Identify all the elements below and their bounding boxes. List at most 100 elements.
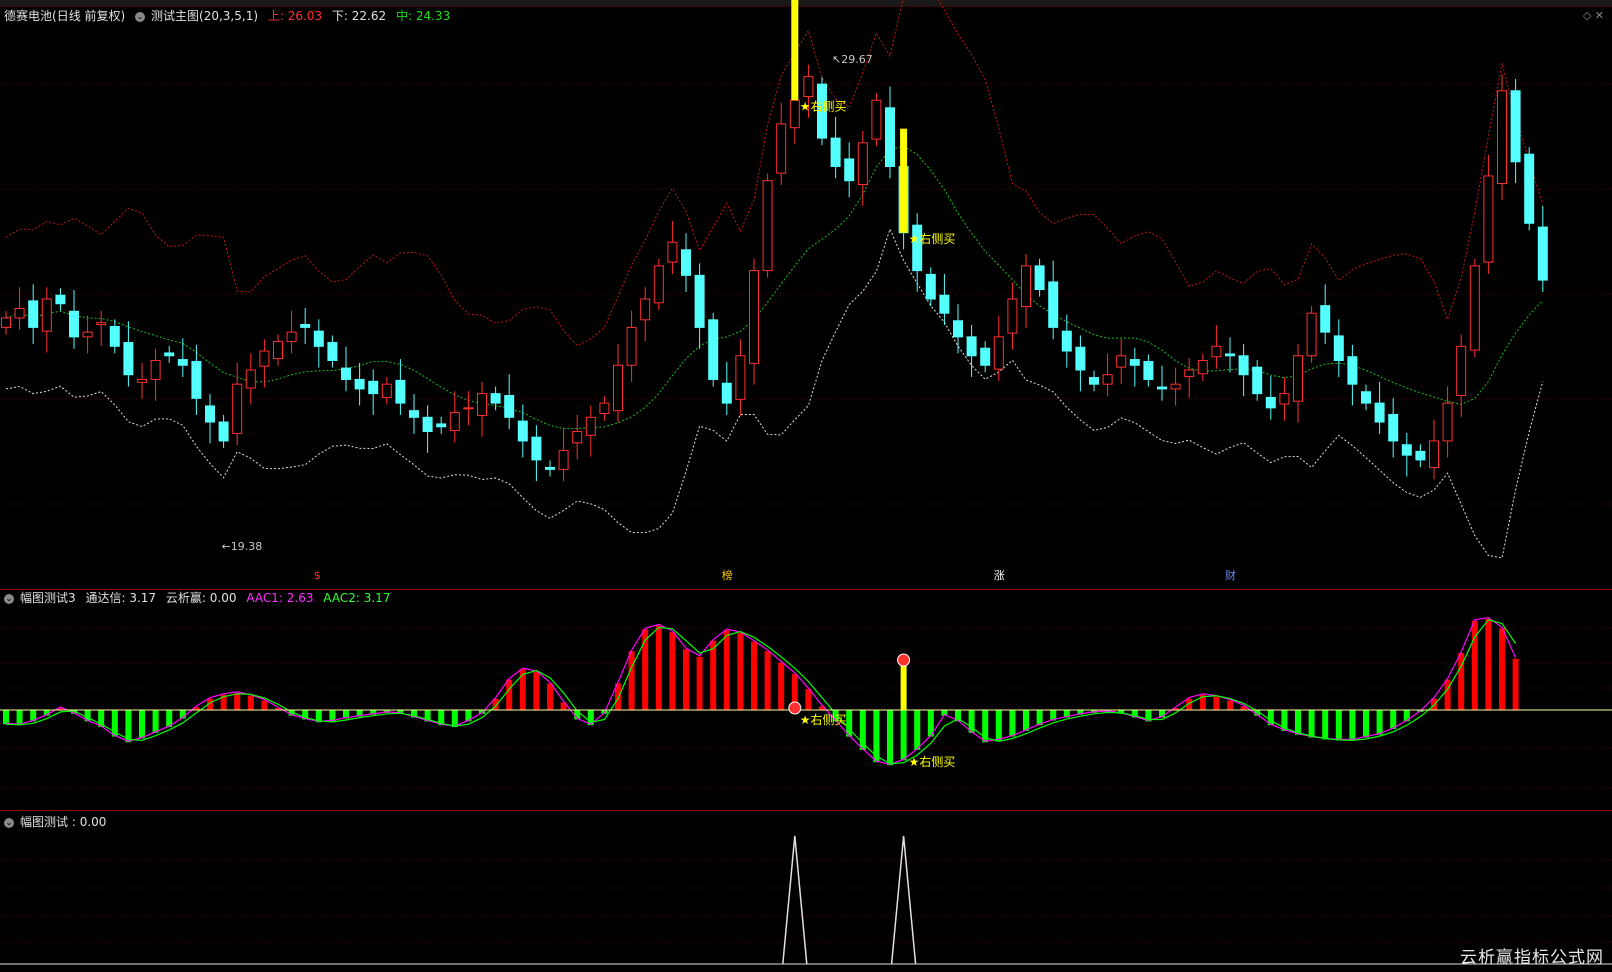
- panel2-settings-icon[interactable]: ⌄: [4, 593, 14, 604]
- candle-body: [1089, 377, 1099, 385]
- settings-icon[interactable]: ⌄: [135, 11, 146, 22]
- top-menu-bar[interactable]: [0, 0, 1612, 7]
- histogram-bar: [751, 641, 757, 710]
- spike-chart[interactable]: [0, 828, 1612, 968]
- candle-body: [1524, 153, 1535, 224]
- candle-body: [1293, 355, 1303, 402]
- candle-body: [1211, 345, 1222, 358]
- signal-bar: [791, 0, 799, 101]
- histogram-bar: [547, 683, 553, 710]
- candle-body: [1320, 305, 1331, 333]
- signal-label: ★右侧买: [800, 98, 847, 113]
- candle-body: [422, 416, 433, 432]
- histogram-bar: [1308, 710, 1315, 738]
- candle-body: [789, 99, 800, 129]
- candle-body: [939, 294, 950, 314]
- signal-bar: [900, 128, 908, 233]
- candle-body: [708, 319, 719, 380]
- histogram-bar: [1295, 710, 1301, 735]
- histogram-bar: [247, 695, 254, 710]
- candle-body: [286, 331, 297, 343]
- stock-name[interactable]: 德赛电池: [4, 9, 52, 23]
- candle-body: [273, 341, 283, 360]
- candle-body: [41, 298, 52, 332]
- aac1-line: [5, 617, 1517, 765]
- histogram-bar: [1499, 628, 1505, 710]
- candle-body: [1034, 265, 1045, 291]
- main-panel-header: 德赛电池(日线 前复权) ⌄ 测试主图(20,3,5,1) 上: 26.03 下:…: [4, 8, 456, 24]
- candle-body: [1225, 353, 1235, 357]
- period-label[interactable]: (日线 前复权): [52, 9, 125, 23]
- candle-body: [1374, 402, 1385, 423]
- candle-body: [504, 395, 515, 418]
- candle-body: [1537, 226, 1548, 281]
- candle-body: [300, 324, 311, 328]
- histogram-bar: [683, 649, 689, 710]
- histogram-bar: [125, 710, 132, 743]
- candle-body: [1075, 346, 1086, 371]
- candle-body: [313, 330, 324, 347]
- candle-body: [1497, 90, 1507, 185]
- candle-body: [1007, 298, 1018, 334]
- histogram-bar: [628, 651, 635, 710]
- candle-body: [1116, 355, 1127, 368]
- histogram-bar: [723, 630, 730, 710]
- candle-body: [449, 412, 460, 432]
- candle-body: [585, 416, 596, 436]
- histogram-bar: [1349, 710, 1356, 741]
- candle-body: [721, 382, 732, 404]
- histogram-bar: [887, 710, 893, 766]
- indicator-name[interactable]: 测试主图(20,3,5,1): [151, 9, 258, 23]
- candle-body: [1333, 335, 1344, 362]
- candle-body: [857, 142, 868, 185]
- high-price-label: ↖29.67: [832, 53, 873, 66]
- candle-body: [490, 393, 501, 404]
- spike-line: [782, 835, 808, 965]
- histogram-bar: [900, 710, 907, 761]
- candle-body: [463, 407, 474, 410]
- candle-body: [1102, 374, 1113, 385]
- low-price-label: ←19.38: [222, 540, 263, 553]
- histogram-bar: [152, 710, 159, 733]
- candle-body: [572, 431, 583, 444]
- spike-line: [890, 835, 917, 965]
- collapse-icon[interactable]: ◇ ✕: [1583, 9, 1604, 22]
- candle-body: [640, 298, 651, 321]
- candle-body: [14, 307, 25, 319]
- aac2-line: [5, 619, 1517, 765]
- candle-body: [1361, 391, 1371, 404]
- panel2-title[interactable]: 幅图测试3: [20, 591, 76, 605]
- candle-body: [164, 352, 175, 357]
- candle-body: [354, 378, 365, 390]
- histogram-bar: [1485, 618, 1492, 710]
- histogram-bar: [805, 689, 812, 710]
- candle-body: [327, 342, 338, 362]
- candlestick-chart[interactable]: ★右侧买 ★右侧买 ↖29.67 ←19.38 $ 榜 涨 财: [0, 0, 1612, 584]
- histogram-bar: [533, 672, 540, 710]
- candle-body: [409, 410, 419, 418]
- candle-body: [1510, 90, 1521, 163]
- histogram-bar: [3, 710, 9, 725]
- candle-body: [150, 360, 161, 380]
- candle-body: [517, 420, 528, 442]
- candle-body: [368, 380, 379, 395]
- candle-body: [259, 350, 270, 367]
- candle-body: [1021, 265, 1031, 308]
- candle-body: [69, 310, 79, 338]
- histogram-bar: [1213, 696, 1220, 710]
- histogram-bar: [1322, 710, 1329, 740]
- panel3-settings-icon[interactable]: ⌄: [4, 817, 14, 828]
- histogram-bar: [506, 679, 513, 710]
- oscillator-chart[interactable]: ★右侧买 ★右侧买: [0, 608, 1612, 808]
- panel-divider-2[interactable]: [0, 810, 1612, 811]
- candle-body: [1, 317, 11, 328]
- signal-label: ★右侧买: [909, 754, 956, 769]
- panel3-title[interactable]: 幅图测试: [20, 815, 68, 829]
- candle-body: [395, 379, 406, 404]
- candle-body: [1456, 345, 1467, 397]
- histogram-bar: [737, 633, 744, 710]
- candle-body: [137, 378, 147, 383]
- candle-body: [749, 270, 759, 364]
- candle-body: [1252, 366, 1263, 395]
- candle-body: [477, 393, 487, 416]
